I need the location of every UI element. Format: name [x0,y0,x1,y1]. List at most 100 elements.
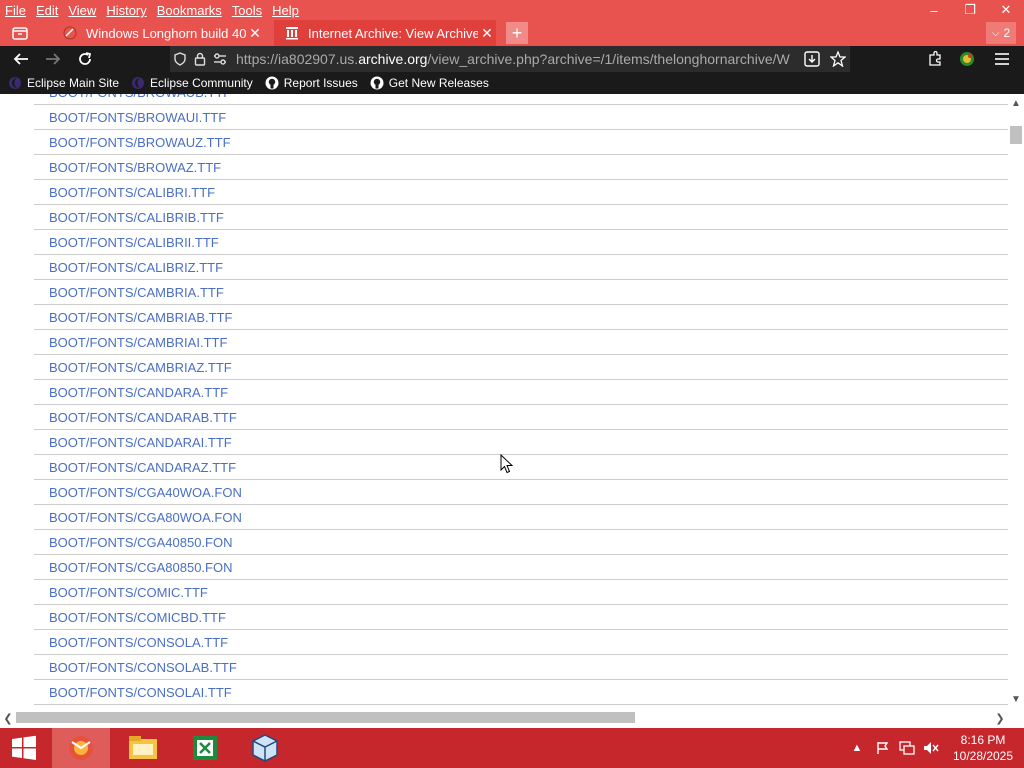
menu-view[interactable]: View [63,0,101,20]
file-link[interactable]: BOOT/FONTS/COMICBD.TTF [49,610,226,625]
file-link[interactable]: BOOT/FONTS/CONSOLAB.TTF [49,660,237,675]
show-hidden-icons-chevron-icon[interactable]: ▲ [848,728,866,768]
extensions-button[interactable] [920,46,950,72]
reload-button[interactable] [70,46,100,72]
file-link[interactable]: BOOT/FONTS/CGA80WOA.FON [49,510,242,525]
menu-history[interactable]: History [101,0,151,20]
action-center-flag-icon[interactable] [872,728,894,768]
lock-icon[interactable] [190,46,210,72]
vertical-scroll-thumb[interactable] [1010,126,1022,144]
file-link[interactable]: BOOT/FONTS/BROWAUI.TTF [49,110,226,125]
file-link[interactable]: BOOT/FONTS/CALIBRI.TTF [49,185,215,200]
file-list-row: BOOT/FONTS/CALIBRIZ.TTF [34,255,1008,280]
file-list-row: BOOT/FONTS/BROWAUB.TTF [34,94,1008,105]
file-link[interactable]: BOOT/FONTS/CGA40WOA.FON [49,485,242,500]
title-bar: File Edit View History Bookmarks Tools H… [0,0,1024,46]
bookmark-star-icon[interactable] [826,46,850,72]
forward-button[interactable] [38,46,68,72]
horizontal-scrollbar[interactable]: ❮ ❯ [0,708,1008,728]
tab-list-icon[interactable] [8,22,32,44]
extension-shield-button[interactable] [952,46,982,72]
address-bar[interactable]: https://ia802907.us.archive.org/view_arc… [170,46,850,72]
file-list-row: BOOT/FONTS/CONSOLA.TTF [34,630,1008,655]
bookmark-get-new-releases[interactable]: Get New Releases [370,76,489,90]
tab-internet-archive[interactable]: Internet Archive: View Archive ✕ [274,20,496,46]
scroll-left-arrow-icon[interactable]: ❮ [0,708,16,728]
back-arrow-icon [13,53,28,65]
tab-longhorn[interactable]: Windows Longhorn build 4051 - ✕ [52,20,264,46]
file-list-row: BOOT/FONTS/COMIC.TTF [34,580,1008,605]
file-list-row: BOOT/FONTS/CANDARAB.TTF [34,405,1008,430]
menu-help[interactable]: Help [267,0,304,20]
navigation-toolbar: https://ia802907.us.archive.org/view_arc… [0,46,1024,72]
file-link[interactable]: BOOT/FONTS/CONSOLAI.TTF [49,685,232,700]
file-link[interactable]: BOOT/FONTS/CAMBRIAI.TTF [49,335,227,350]
file-link[interactable]: BOOT/FONTS/COMIC.TTF [49,585,208,600]
chevron-down-icon: ⌵ [991,27,1000,39]
close-tab-icon[interactable]: ✕ [246,25,264,42]
minimize-button[interactable]: – [916,0,952,20]
file-list-row: BOOT/FONTS/BROWAUI.TTF [34,105,1008,130]
bookmark-eclipse-community[interactable]: Eclipse Community [131,76,253,90]
file-link[interactable]: BOOT/FONTS/BROWAZ.TTF [49,160,221,175]
file-link[interactable]: BOOT/FONTS/CGA80850.FON [49,560,233,575]
file-link[interactable]: BOOT/FONTS/CALIBRII.TTF [49,235,219,250]
tab-count-button[interactable]: ⌵ 2 [986,22,1016,44]
horizontal-scroll-thumb[interactable] [16,712,635,723]
taskbar-virtualbox[interactable] [236,728,294,768]
file-link[interactable]: BOOT/FONTS/CONSOLA.TTF [49,635,228,650]
scroll-right-arrow-icon[interactable]: ❯ [992,708,1008,728]
start-button[interactable] [0,728,48,768]
system-clock[interactable]: 8:16 PM 10/28/2025 [948,732,1018,764]
taskbar-excel[interactable] [176,728,234,768]
excel-icon [193,736,217,760]
network-icon[interactable] [896,728,918,768]
back-button[interactable] [6,46,36,72]
file-list-row: BOOT/FONTS/CANDARA.TTF [34,380,1008,405]
close-tab-icon[interactable]: ✕ [478,25,496,42]
menu-bookmarks[interactable]: Bookmarks [152,0,227,20]
scroll-up-arrow-icon[interactable]: ▲ [1008,96,1024,110]
menu-file[interactable]: File [0,0,31,20]
scroll-down-arrow-icon[interactable]: ▼ [1008,692,1024,706]
file-link[interactable]: BOOT/FONTS/CANDARAI.TTF [49,435,232,450]
tab-count: 2 [1003,26,1011,40]
file-list-row: BOOT/FONTS/COMICBD.TTF [34,605,1008,630]
virtualbox-icon [252,734,278,762]
file-link[interactable]: BOOT/FONTS/CAMBRIA.TTF [49,285,224,300]
file-link[interactable]: BOOT/FONTS/CANDARAZ.TTF [49,460,236,475]
shield-icon[interactable] [170,46,190,72]
github-icon [265,76,279,90]
forward-arrow-icon [46,53,61,65]
file-list-row: BOOT/FONTS/CONSOLAI.TTF [34,680,1008,705]
file-link[interactable]: BOOT/FONTS/CGA40850.FON [49,535,233,550]
puzzle-icon [929,51,941,66]
file-list-row: BOOT/FONTS/CAMBRIAZ.TTF [34,355,1008,380]
hamburger-menu-icon [995,53,1009,65]
menu-tools[interactable]: Tools [227,0,267,20]
clock-time: 8:16 PM [960,733,1006,747]
file-link[interactable]: BOOT/FONTS/CANDARA.TTF [49,385,228,400]
file-link[interactable]: BOOT/FONTS/CALIBRIB.TTF [49,210,224,225]
new-tab-button[interactable]: + [506,22,528,44]
file-link[interactable]: BOOT/FONTS/CAMBRIAZ.TTF [49,360,232,375]
taskbar-file-explorer[interactable] [114,728,172,768]
file-link[interactable]: BOOT/FONTS/CANDARAB.TTF [49,410,237,425]
permissions-icon[interactable] [210,46,230,72]
close-window-button[interactable]: ✕ [988,0,1024,20]
taskbar-firefox[interactable] [52,728,110,768]
file-link[interactable]: BOOT/FONTS/CALIBRIZ.TTF [49,260,223,275]
file-link[interactable]: BOOT/FONTS/BROWAUB.TTF [49,94,231,100]
vertical-scrollbar[interactable]: ▲ ▼ [1008,94,1024,708]
file-link[interactable]: BOOT/FONTS/BROWAUZ.TTF [49,135,231,150]
restore-button[interactable]: ❐ [952,0,988,20]
menu-edit[interactable]: Edit [31,0,63,20]
download-icon[interactable] [798,46,826,72]
bookmark-eclipse-main-site[interactable]: Eclipse Main Site [8,76,119,90]
volume-muted-icon[interactable] [920,728,942,768]
app-menu-button[interactable] [987,46,1017,72]
url-text[interactable]: https://ia802907.us.archive.org/view_arc… [230,51,798,67]
reload-icon [79,52,92,65]
bookmark-report-issues[interactable]: Report Issues [265,76,358,90]
file-link[interactable]: BOOT/FONTS/CAMBRIAB.TTF [49,310,232,325]
